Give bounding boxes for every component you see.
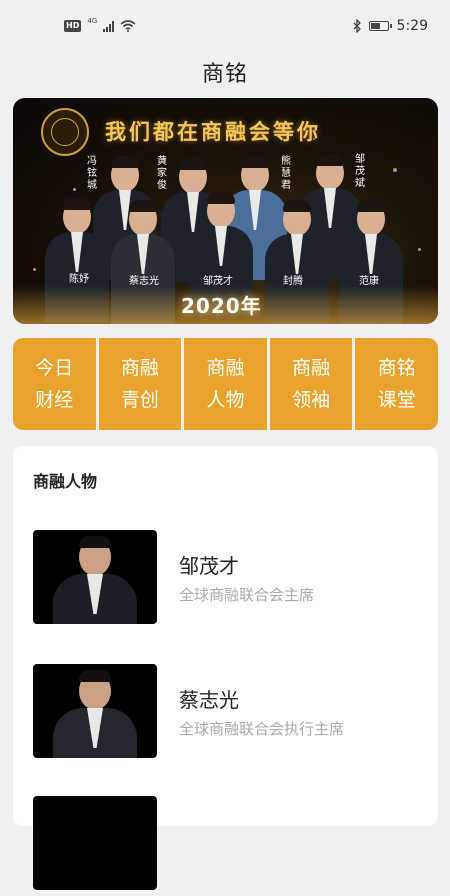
category-label-line1: 今日 [35, 357, 74, 379]
hd-icon: HD [64, 20, 82, 32]
category-label-line2: 人物 [206, 389, 245, 411]
category-classroom[interactable]: 商铭 课堂 [355, 338, 438, 430]
category-label-line2: 财经 [35, 389, 74, 411]
banner-name: 陈妤 [69, 274, 89, 285]
section-title: 商融人物 [33, 472, 98, 491]
person-name: 蔡志光 [179, 688, 239, 712]
status-bar: HD 4G 5:29 [0, 0, 450, 52]
category-label-line2: 青创 [120, 389, 159, 411]
banner-name: 熊慧君 [281, 156, 291, 191]
avatar [33, 796, 157, 890]
signal-icon [103, 20, 115, 32]
network-type: 4G [87, 17, 98, 25]
list-item[interactable]: 蔡志光 全球商融联合会执行主席 [33, 664, 433, 764]
category-label-line1: 商融 [206, 357, 245, 379]
banner-name: 蔡志光 [129, 276, 159, 287]
person-name: 邹茂才 [179, 554, 239, 578]
clock: 5:29 [396, 18, 428, 34]
banner-name: 范康 [359, 276, 379, 287]
banner-name: 邹茂才 [203, 276, 233, 287]
banner-name: 封腾 [283, 276, 303, 287]
person-title: 全球商融联合会执行主席 [179, 720, 345, 738]
banner-year: 2020年 [181, 294, 262, 318]
category-people[interactable]: 商融 人物 [184, 338, 267, 430]
category-label-line1: 商融 [120, 357, 159, 379]
category-leaders[interactable]: 商融 领袖 [269, 338, 353, 430]
status-left: HD 4G [64, 17, 136, 32]
banner-name: 冯铉城 [87, 156, 97, 191]
avatar [33, 530, 157, 624]
avatar [33, 664, 157, 758]
category-label-line2: 课堂 [377, 389, 416, 411]
banner-name: 邹茂斌 [355, 154, 365, 189]
list-item[interactable] [33, 796, 433, 896]
person-title: 全球商融联合会主席 [179, 586, 315, 604]
page-title: 商铭 [201, 62, 248, 87]
banner-slogan: 我们都在商融会等你 [105, 119, 321, 144]
people-section: 商融人物 邹茂才 全球商融联合会主席 蔡志光 全球商融联合会执行主席 [13, 446, 438, 890]
list-item[interactable]: 邹茂才 全球商融联合会主席 [33, 530, 433, 630]
logo-icon [41, 108, 89, 156]
banner-name: 黄家俊 [157, 156, 167, 191]
bluetooth-icon [353, 19, 361, 33]
promo-banner[interactable]: 我们都在商融会等你 冯铉城 黄家俊 熊慧君 邹茂斌 陈妤 蔡志光 邹茂才 封腾 … [13, 98, 438, 324]
battery-icon [368, 21, 392, 31]
category-label-line2: 领袖 [292, 389, 331, 411]
category-nav: 今日 财经 商融 青创 商融 人物 商融 领袖 商铭 课堂 [13, 338, 438, 430]
category-youth-startup[interactable]: 商融 青创 [98, 338, 182, 430]
category-label-line1: 商融 [292, 357, 331, 379]
category-label-line1: 商铭 [377, 357, 416, 379]
status-right: 5:29 [353, 18, 428, 34]
category-today-finance[interactable]: 今日 财经 [13, 338, 96, 430]
wifi-icon [120, 20, 136, 32]
